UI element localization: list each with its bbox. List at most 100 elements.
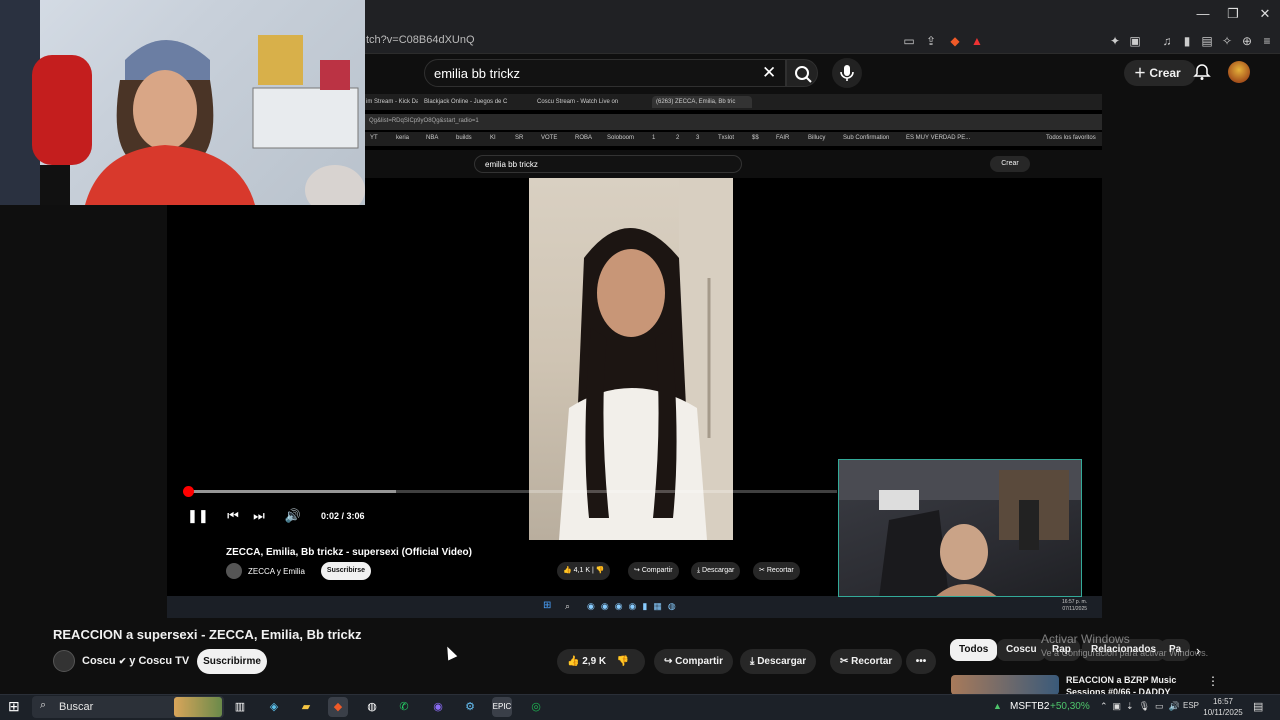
- streamer-webcam-main: [0, 0, 365, 205]
- language-indicator[interactable]: ESP: [1183, 701, 1199, 710]
- account-avatar[interactable]: [1228, 61, 1250, 83]
- download-label: Descargar: [757, 656, 807, 667]
- brave-shield-icon[interactable]: ◆: [946, 32, 964, 50]
- address-url[interactable]: tch?v=C08B64dXUnQ: [366, 34, 475, 46]
- inner-search-icon: ⌕: [565, 601, 571, 611]
- vpn-icon[interactable]: ⊕: [1238, 32, 1256, 50]
- channel-name[interactable]: Coscu ✔ y Coscu TV: [82, 655, 189, 667]
- clock-date[interactable]: 10/11/2025: [1203, 707, 1243, 718]
- more-actions-button[interactable]: •••: [906, 649, 936, 674]
- system-tray-icons[interactable]: ⌃▣⇣🎙▭🔊: [1100, 701, 1185, 712]
- epic-games-icon[interactable]: EPIC: [492, 697, 512, 717]
- download-icon: ⤓: [750, 656, 755, 667]
- inner-start-icon: ⊞: [543, 600, 552, 611]
- next-icon[interactable]: ⏭: [250, 507, 268, 525]
- video-frame-image: [559, 178, 733, 540]
- leo-icon[interactable]: ✧: [1218, 32, 1236, 50]
- music-icon[interactable]: ♫: [1158, 32, 1176, 50]
- inner-create-button: Crear: [990, 156, 1030, 172]
- inner-channel-name: ZECCA y Emilia: [248, 567, 305, 576]
- scrubber-handle[interactable]: [183, 486, 194, 497]
- wallet-icon[interactable]: ▤: [1198, 32, 1216, 50]
- download-button[interactable]: ⤓ Descargar: [740, 649, 817, 674]
- chip-todos[interactable]: Todos: [950, 639, 998, 661]
- volume-icon[interactable]: 🔊: [284, 507, 302, 525]
- related-video-title[interactable]: REACCION a BZRP Music Sessions #0/66 - D…: [1066, 674, 1206, 696]
- bookmark-all: Todos los favoritos: [1046, 135, 1096, 141]
- minimize-icon[interactable]: —: [1188, 4, 1218, 24]
- system-clock[interactable]: 16:57 10/11/2025: [1203, 696, 1243, 718]
- ticker-symbol[interactable]: MSFTB2: [1010, 701, 1049, 712]
- cast-icon[interactable]: ▭: [900, 32, 918, 50]
- bookmark: YT: [370, 135, 378, 141]
- close-window-icon[interactable]: ✕: [1250, 4, 1280, 24]
- search-button[interactable]: [786, 59, 818, 87]
- bookmark: 1: [652, 135, 656, 141]
- create-button[interactable]: ＋ Crear: [1124, 60, 1196, 86]
- inner-tab: im Stream - Kick Da: [366, 99, 418, 105]
- notifications-icon[interactable]: ▤: [1253, 700, 1263, 713]
- inner-like-count: 4,1 K: [573, 567, 591, 574]
- bookmark: 2: [676, 135, 680, 141]
- brave-rewards-icon[interactable]: ▲: [968, 32, 986, 50]
- notifications-button[interactable]: [1192, 62, 1212, 82]
- spotify-icon[interactable]: ◎: [526, 697, 546, 717]
- steam-icon[interactable]: ⚙: [460, 697, 480, 717]
- menu-icon[interactable]: ≡: [1258, 32, 1276, 50]
- share-button[interactable]: ↪ Compartir: [654, 649, 733, 674]
- thumb-down-icon[interactable]: 👎: [617, 656, 629, 667]
- copilot-icon[interactable]: ◈: [264, 697, 284, 717]
- discord-icon[interactable]: ◉: [428, 697, 448, 717]
- related-more-icon[interactable]: ⋮: [1207, 674, 1219, 688]
- sidebar-icon[interactable]: ▮: [1178, 32, 1196, 50]
- share-icon[interactable]: ⇪: [922, 32, 940, 50]
- extensions-icon[interactable]: ✦: [1106, 32, 1124, 50]
- share-label: Compartir: [675, 656, 723, 667]
- chip-coscu[interactable]: Coscu: [997, 639, 1046, 661]
- verified-icon: ✔: [118, 656, 127, 666]
- brave-icon[interactable]: ◆: [328, 697, 348, 717]
- channel-collab[interactable]: y Coscu TV: [129, 655, 189, 667]
- inner-video-title: ZECCA, Emilia, Bb trickz - supersexi (Of…: [226, 547, 472, 558]
- ticker-change[interactable]: +50,30%: [1050, 701, 1090, 712]
- inner-taskbar-apps: ◉◉◉◉▮▦◍: [587, 601, 682, 611]
- like-dislike-group[interactable]: 👍 2,9 K 👎: [557, 649, 645, 674]
- bookmark: Sub Confirmation: [843, 135, 890, 141]
- windows-start-icon[interactable]: ⊞: [8, 698, 24, 714]
- channel-avatar[interactable]: [53, 650, 75, 672]
- taskbar-search-placeholder[interactable]: Buscar: [59, 701, 93, 713]
- inner-clock: 16:57 p. m. 07/11/2025: [1062, 599, 1087, 613]
- screenshot-icon[interactable]: ▣: [1126, 32, 1144, 50]
- subscribe-button[interactable]: Suscribirme: [197, 649, 267, 674]
- bookmark: ES MUY VERDAD PE...: [906, 135, 971, 141]
- clear-search-icon[interactable]: ✕: [762, 63, 776, 83]
- restore-icon[interactable]: ❐: [1218, 4, 1248, 24]
- bookmark: 3: [696, 135, 700, 141]
- thumb-up-icon: 👍: [563, 567, 572, 574]
- search-query[interactable]: emilia bb trickz: [434, 66, 520, 81]
- recording-app-icon[interactable]: ◍: [362, 697, 382, 717]
- mic-icon: [840, 65, 854, 81]
- whatsapp-icon[interactable]: ✆: [394, 697, 414, 717]
- create-label: Crear: [1149, 66, 1181, 80]
- webcam-image: [0, 0, 365, 205]
- task-view-icon[interactable]: ▥: [230, 697, 250, 717]
- bookmark: Txslot: [718, 135, 735, 141]
- clock-time[interactable]: 16:57: [1203, 696, 1243, 707]
- mouse-cursor: [442, 644, 458, 661]
- related-video-thumbnail[interactable]: [951, 675, 1059, 695]
- pause-icon[interactable]: ❚❚: [187, 507, 209, 525]
- previous-icon[interactable]: ⏮: [224, 507, 242, 525]
- music-video-frame: [529, 178, 733, 540]
- inner-tab: Blackjack Online - Juegos de C: [424, 99, 508, 105]
- inner-search-input: emilia bb trickz: [474, 155, 742, 173]
- thumb-up-icon[interactable]: 👍: [567, 656, 579, 667]
- inner-address-bar: Qg&list=RDqSICp9yO8Qg&start_radio=1: [365, 114, 1102, 130]
- clip-button[interactable]: ✂ Recortar: [830, 649, 903, 674]
- voice-search-button[interactable]: [832, 58, 862, 88]
- like-count[interactable]: 2,9 K: [582, 656, 606, 667]
- file-explorer-icon[interactable]: ▰: [296, 697, 316, 717]
- channel-name-text[interactable]: Coscu: [82, 655, 116, 667]
- bookmark: Soloboom: [607, 135, 635, 141]
- bookmark: FAIR: [776, 135, 790, 141]
